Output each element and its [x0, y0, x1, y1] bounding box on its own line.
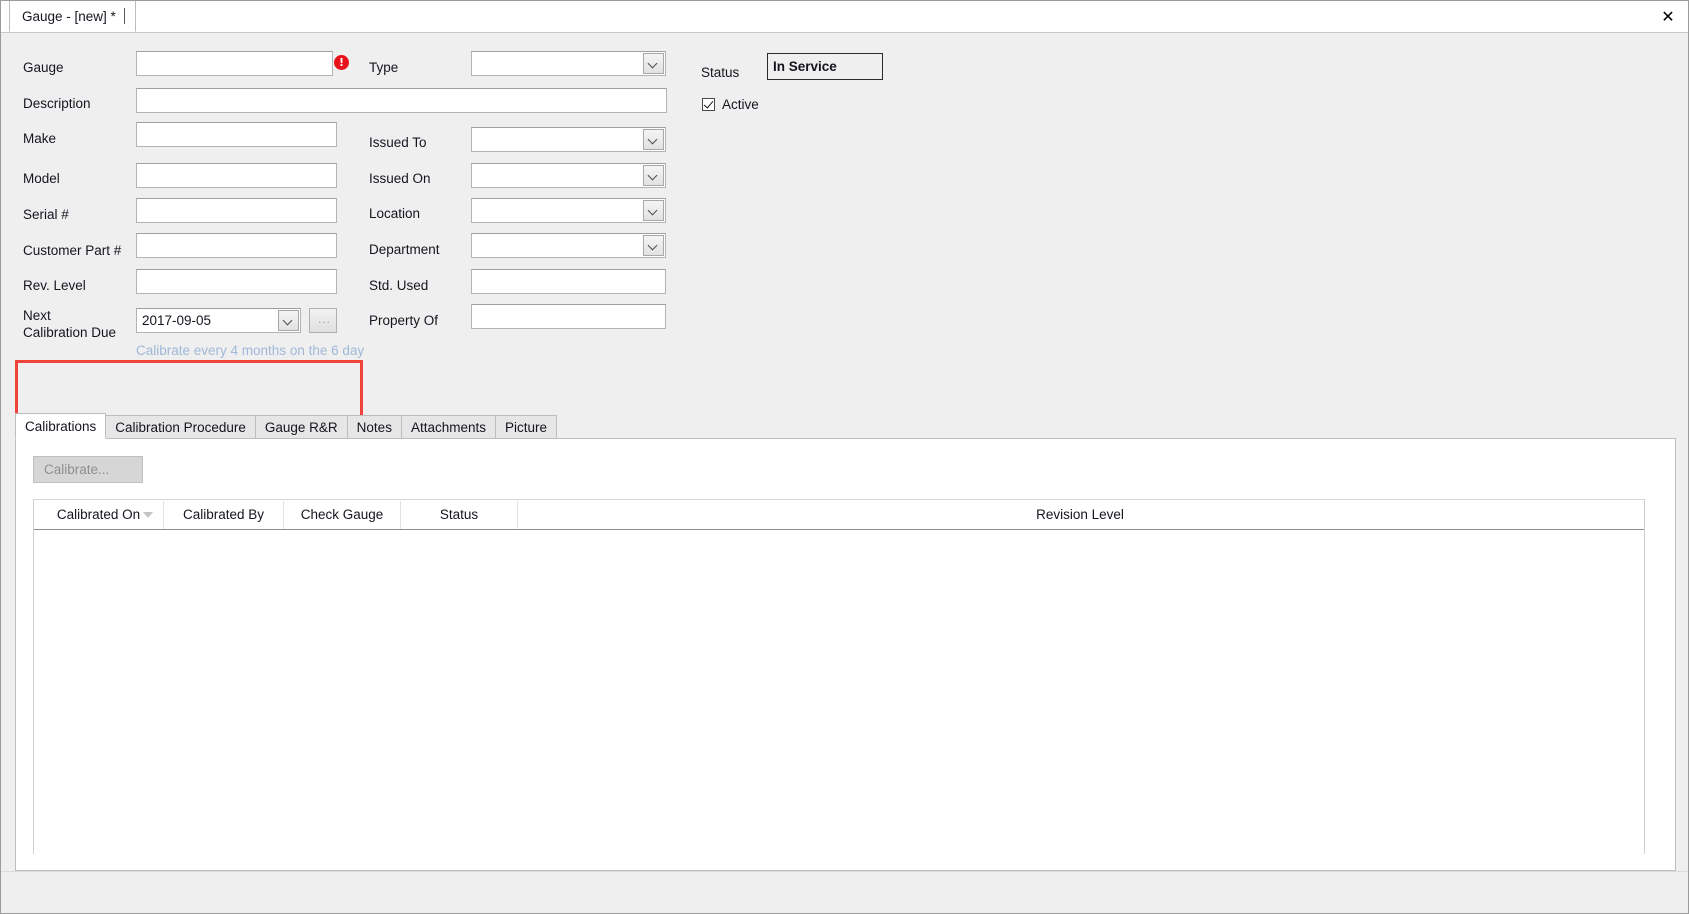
next-calibration-due-label-line1: Next — [23, 308, 51, 323]
customer-part-label: Customer Part # — [23, 243, 122, 258]
column-header-status[interactable]: Status — [401, 500, 518, 529]
next-calibration-due-combobox[interactable]: 2017-09-05 — [136, 308, 301, 333]
chevron-down-icon[interactable] — [278, 310, 299, 331]
column-header-revision-level[interactable]: Revision Level — [518, 501, 1642, 529]
model-label: Model — [23, 171, 60, 186]
gauge-error-icon: ! — [334, 55, 349, 70]
next-calibration-due-highlight — [15, 360, 363, 420]
tabstrip: Calibrations Calibration Procedure Gauge… — [15, 413, 1676, 439]
tab-label: Calibrations — [25, 418, 97, 434]
calibrate-button[interactable]: Calibrate... — [33, 456, 143, 483]
std-used-label: Std. Used — [369, 278, 429, 293]
gauge-window: Gauge - [new] * ✕ Gauge ! Description Ma… — [0, 0, 1689, 914]
issued-on-combobox[interactable] — [471, 163, 666, 188]
column-header-label: Calibrated By — [182, 507, 265, 522]
issued-to-combobox[interactable] — [471, 127, 666, 152]
issued-on-label: Issued On — [369, 171, 431, 186]
gauge-input[interactable] — [136, 51, 333, 76]
calibrations-grid-header: Calibrated On Calibrated By Check Gauge … — [34, 500, 1644, 530]
active-checkbox-label: Active — [722, 97, 759, 112]
chevron-down-icon[interactable] — [643, 53, 664, 74]
column-header-label: Revision Level — [1036, 507, 1124, 522]
column-header-label: Check Gauge — [300, 507, 384, 522]
calibrations-grid: Calibrated On Calibrated By Check Gauge … — [33, 499, 1645, 855]
make-input[interactable] — [136, 122, 337, 147]
description-label: Description — [23, 96, 91, 111]
serial-input[interactable] — [136, 198, 337, 223]
issued-to-label: Issued To — [369, 135, 427, 150]
checkmark-icon — [702, 98, 715, 111]
serial-label: Serial # — [23, 207, 69, 222]
gauge-label: Gauge — [23, 60, 64, 75]
close-icon[interactable]: ✕ — [1656, 5, 1680, 27]
next-calibration-due-value: 2017-09-05 — [142, 313, 212, 328]
model-input[interactable] — [136, 163, 337, 188]
tab-label: Gauge R&R — [264, 420, 338, 435]
tab-calibrations[interactable]: Calibrations — [15, 413, 107, 439]
document-tab-gauge[interactable]: Gauge - [new] * — [9, 1, 136, 32]
document-tab-label: Gauge - [new] * — [22, 8, 116, 24]
tab-notes[interactable]: Notes — [346, 415, 402, 439]
tab-calibration-procedure[interactable]: Calibration Procedure — [105, 415, 256, 439]
chevron-down-icon[interactable] — [643, 235, 664, 256]
tab-label: Attachments — [410, 420, 486, 435]
rev-level-label: Rev. Level — [23, 278, 86, 293]
tab-label: Calibration Procedure — [115, 420, 246, 435]
calibrations-grid-body — [34, 530, 1644, 855]
next-calibration-due-label-line2: Calibration Due — [23, 325, 117, 340]
tab-attachments[interactable]: Attachments — [400, 415, 496, 439]
column-header-calibrated-by[interactable]: Calibrated By — [164, 500, 284, 529]
sort-descending-icon — [143, 511, 153, 518]
property-of-label: Property Of — [369, 313, 439, 328]
chevron-down-icon[interactable] — [643, 200, 664, 221]
customer-part-input[interactable] — [136, 233, 337, 258]
department-label: Department — [369, 242, 440, 257]
chevron-down-icon[interactable] — [643, 165, 664, 186]
rev-level-input[interactable] — [136, 269, 337, 294]
tab-gauge-rr[interactable]: Gauge R&R — [254, 415, 348, 439]
active-checkbox[interactable]: Active — [702, 97, 759, 112]
std-used-input[interactable] — [471, 269, 666, 294]
status-badge: In Service — [767, 53, 883, 80]
tab-label: Notes — [356, 420, 392, 435]
tab-picture[interactable]: Picture — [495, 415, 558, 439]
gauge-form: Gauge ! Description Make Model Serial # … — [1, 33, 1688, 420]
property-of-input[interactable] — [471, 304, 666, 329]
next-calibration-due-browse-button[interactable]: ... — [309, 308, 337, 333]
type-combobox[interactable] — [471, 51, 666, 76]
type-label: Type — [369, 60, 399, 75]
column-header-calibrated-on[interactable]: Calibrated On — [34, 500, 164, 529]
calibrations-panel: Calibrate... Calibrated On Calibrated By… — [15, 438, 1676, 871]
department-combobox[interactable] — [471, 233, 666, 258]
column-header-check-gauge[interactable]: Check Gauge — [284, 500, 401, 529]
text-caret — [123, 8, 125, 24]
location-combobox[interactable] — [471, 198, 666, 223]
status-label: Status — [701, 65, 740, 80]
titlebar: Gauge - [new] * ✕ — [1, 1, 1688, 33]
make-label: Make — [23, 131, 57, 146]
column-header-label: Calibrated On — [56, 507, 141, 522]
statusbar — [1, 871, 1688, 913]
description-input[interactable] — [136, 88, 667, 113]
calibration-schedule-hint: Calibrate every 4 months on the 6 day — [136, 343, 365, 358]
tab-label: Picture — [505, 420, 548, 435]
location-label: Location — [369, 206, 421, 221]
chevron-down-icon[interactable] — [643, 129, 664, 150]
column-header-label: Status — [439, 507, 479, 522]
